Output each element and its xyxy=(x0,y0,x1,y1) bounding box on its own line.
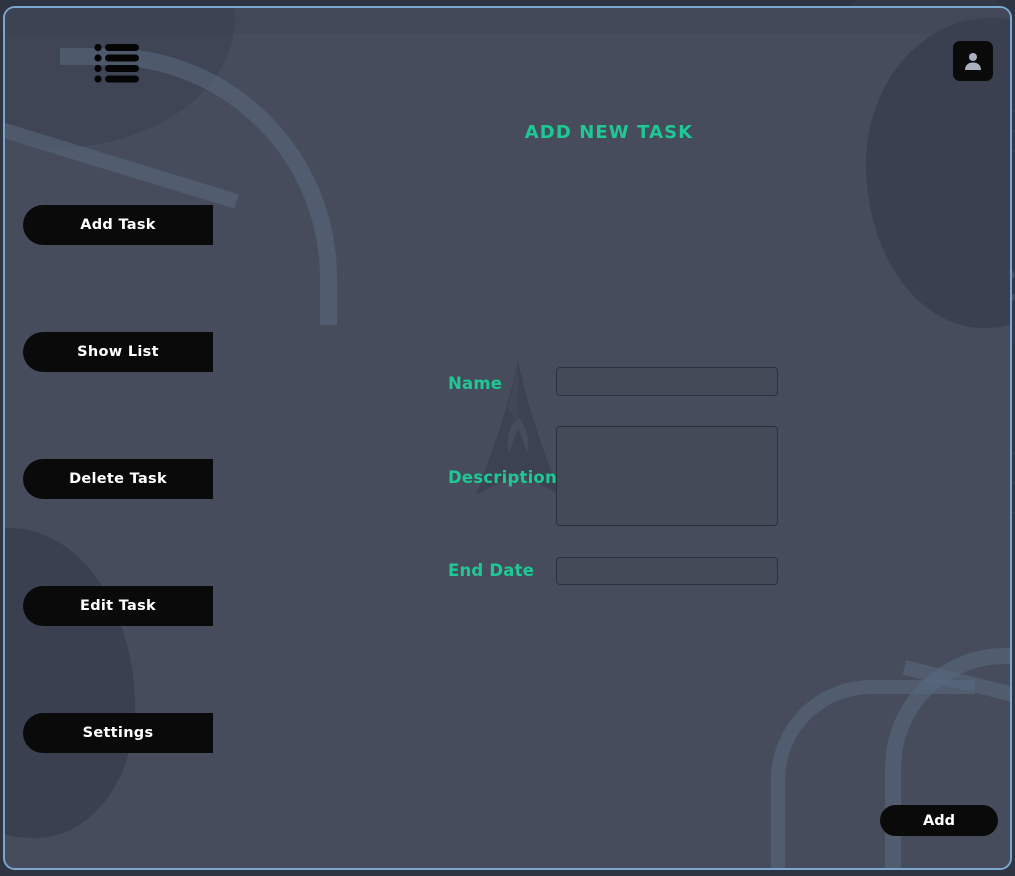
app-background: ADD NEW TASK Add Task Show List Delete T… xyxy=(5,8,1010,868)
sidebar-item-delete-task[interactable]: Delete Task xyxy=(23,459,213,499)
description-input[interactable] xyxy=(556,426,778,526)
end-date-input[interactable] xyxy=(556,557,778,585)
user-account-icon-glyph xyxy=(965,53,981,70)
sidebar-item-add-task[interactable]: Add Task xyxy=(23,205,213,245)
sidebar: Add Task Show List Delete Task Edit Task… xyxy=(5,8,213,868)
end-date-label: End Date xyxy=(448,561,535,580)
name-label: Name xyxy=(448,374,503,393)
description-label: Description xyxy=(448,468,557,487)
add-button[interactable]: Add xyxy=(880,805,998,836)
name-input[interactable] xyxy=(556,367,778,396)
sidebar-item-show-list[interactable]: Show List xyxy=(23,332,213,372)
sidebar-item-edit-task[interactable]: Edit Task xyxy=(23,586,213,626)
sidebar-item-settings[interactable]: Settings xyxy=(23,713,213,753)
user-account-icon[interactable] xyxy=(953,41,993,81)
app-window: ADD NEW TASK Add Task Show List Delete T… xyxy=(3,6,1012,870)
desktop: n OC xyxy=(0,0,1015,876)
